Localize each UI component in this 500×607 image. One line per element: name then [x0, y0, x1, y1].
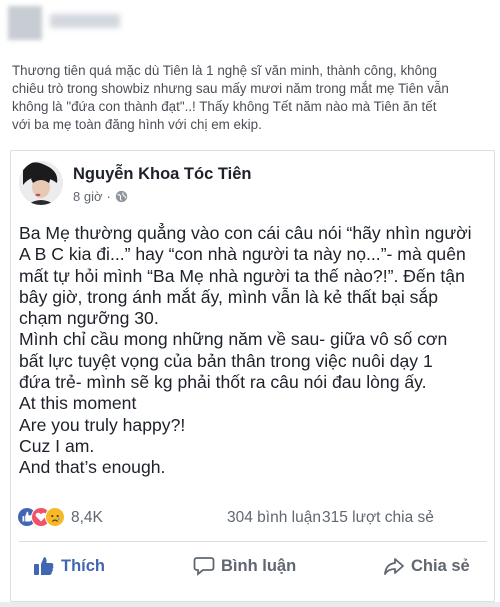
blurred-header — [8, 6, 120, 40]
thumbs-up-icon — [34, 557, 54, 575]
post-line: A B C kia đi...” hay “con nhà người ta n… — [19, 244, 466, 265]
outer-text-line: không là "đứa con thành đạt"..! Thấy khô… — [12, 99, 437, 114]
like-label: Thích — [61, 556, 105, 575]
share-label: Chia sẻ — [411, 556, 470, 575]
post-line: Ba Mẹ thường quẳng vào con cái câu nói “… — [19, 223, 472, 243]
author-name[interactable]: Nguyễn Khoa Tóc Tiên — [73, 165, 251, 184]
blurred-avatar — [8, 6, 42, 40]
avatar-portrait-icon — [19, 161, 63, 205]
divider — [19, 541, 487, 542]
share-count[interactable]: 315 lượt chia sẻ — [322, 509, 434, 527]
comment-icon — [193, 557, 215, 576]
author-avatar[interactable] — [19, 161, 63, 205]
post-body: Ba Mẹ thường quẳng vào con cái câu nói “… — [19, 223, 489, 479]
globe-icon — [115, 190, 128, 203]
feed-gap — [0, 602, 500, 607]
blurred-name — [50, 14, 120, 28]
post-meta: 8 giờ · — [73, 189, 128, 204]
post-line: chạm ngưỡng 30. — [19, 308, 159, 329]
post-line: mất tự hỏi mình “Ba Mẹ nhà người ta thế … — [19, 265, 465, 286]
action-bar: Thích Bình luận Chia sẻ — [11, 549, 496, 583]
reaction-count[interactable]: 8,4K — [71, 509, 103, 527]
share-arrow-icon — [384, 558, 404, 575]
comment-button[interactable]: Bình luận — [193, 549, 296, 583]
comment-label: Bình luận — [221, 556, 297, 575]
post-line: Cuz I am. — [19, 435, 95, 456]
post-line: bất lực tuyệt vọng của bản thân trong vi… — [19, 350, 433, 371]
outer-text-line: với ba mẹ toàn đăng hình với chị em ekip… — [12, 117, 262, 132]
shared-post: Nguyễn Khoa Tóc Tiên 8 giờ · Ba Mẹ thườn… — [10, 150, 495, 602]
outer-text-line: Thương tiên quá mặc dù Tiên là 1 nghệ sĩ… — [12, 63, 437, 78]
post-line: And that’s enough. — [19, 457, 166, 478]
outer-post: Thương tiên quá mặc dù Tiên là 1 nghệ sĩ… — [0, 0, 500, 607]
comment-count[interactable]: 304 bình luận — [227, 509, 321, 527]
outer-text-line: chiêu trò trong showbiz nhưng sau mấy mư… — [12, 81, 449, 96]
meta-separator: · — [106, 189, 111, 204]
reaction-icons[interactable] — [17, 507, 67, 529]
post-line: Mình chỉ cầu mong những năm về sau- giữa… — [19, 329, 448, 350]
outer-post-text: Thương tiên quá mặc dù Tiên là 1 nghệ sĩ… — [12, 62, 492, 134]
post-line: At this moment — [19, 393, 137, 414]
post-line: Are you truly happy?! — [19, 414, 186, 435]
share-button[interactable]: Chia sẻ — [383, 549, 470, 583]
reactions-bar: 8,4K 304 bình luận 315 lượt chia sẻ — [17, 506, 492, 532]
post-time[interactable]: 8 giờ — [73, 189, 103, 204]
post-line: bây giờ, trong ánh mắt ấy, mình vẫn là k… — [19, 286, 439, 307]
like-button[interactable]: Thích — [33, 549, 105, 583]
sad-icon — [45, 507, 65, 527]
post-line: đứa trẻ- mình sẽ kg phải thốt ra câu nói… — [19, 372, 427, 393]
